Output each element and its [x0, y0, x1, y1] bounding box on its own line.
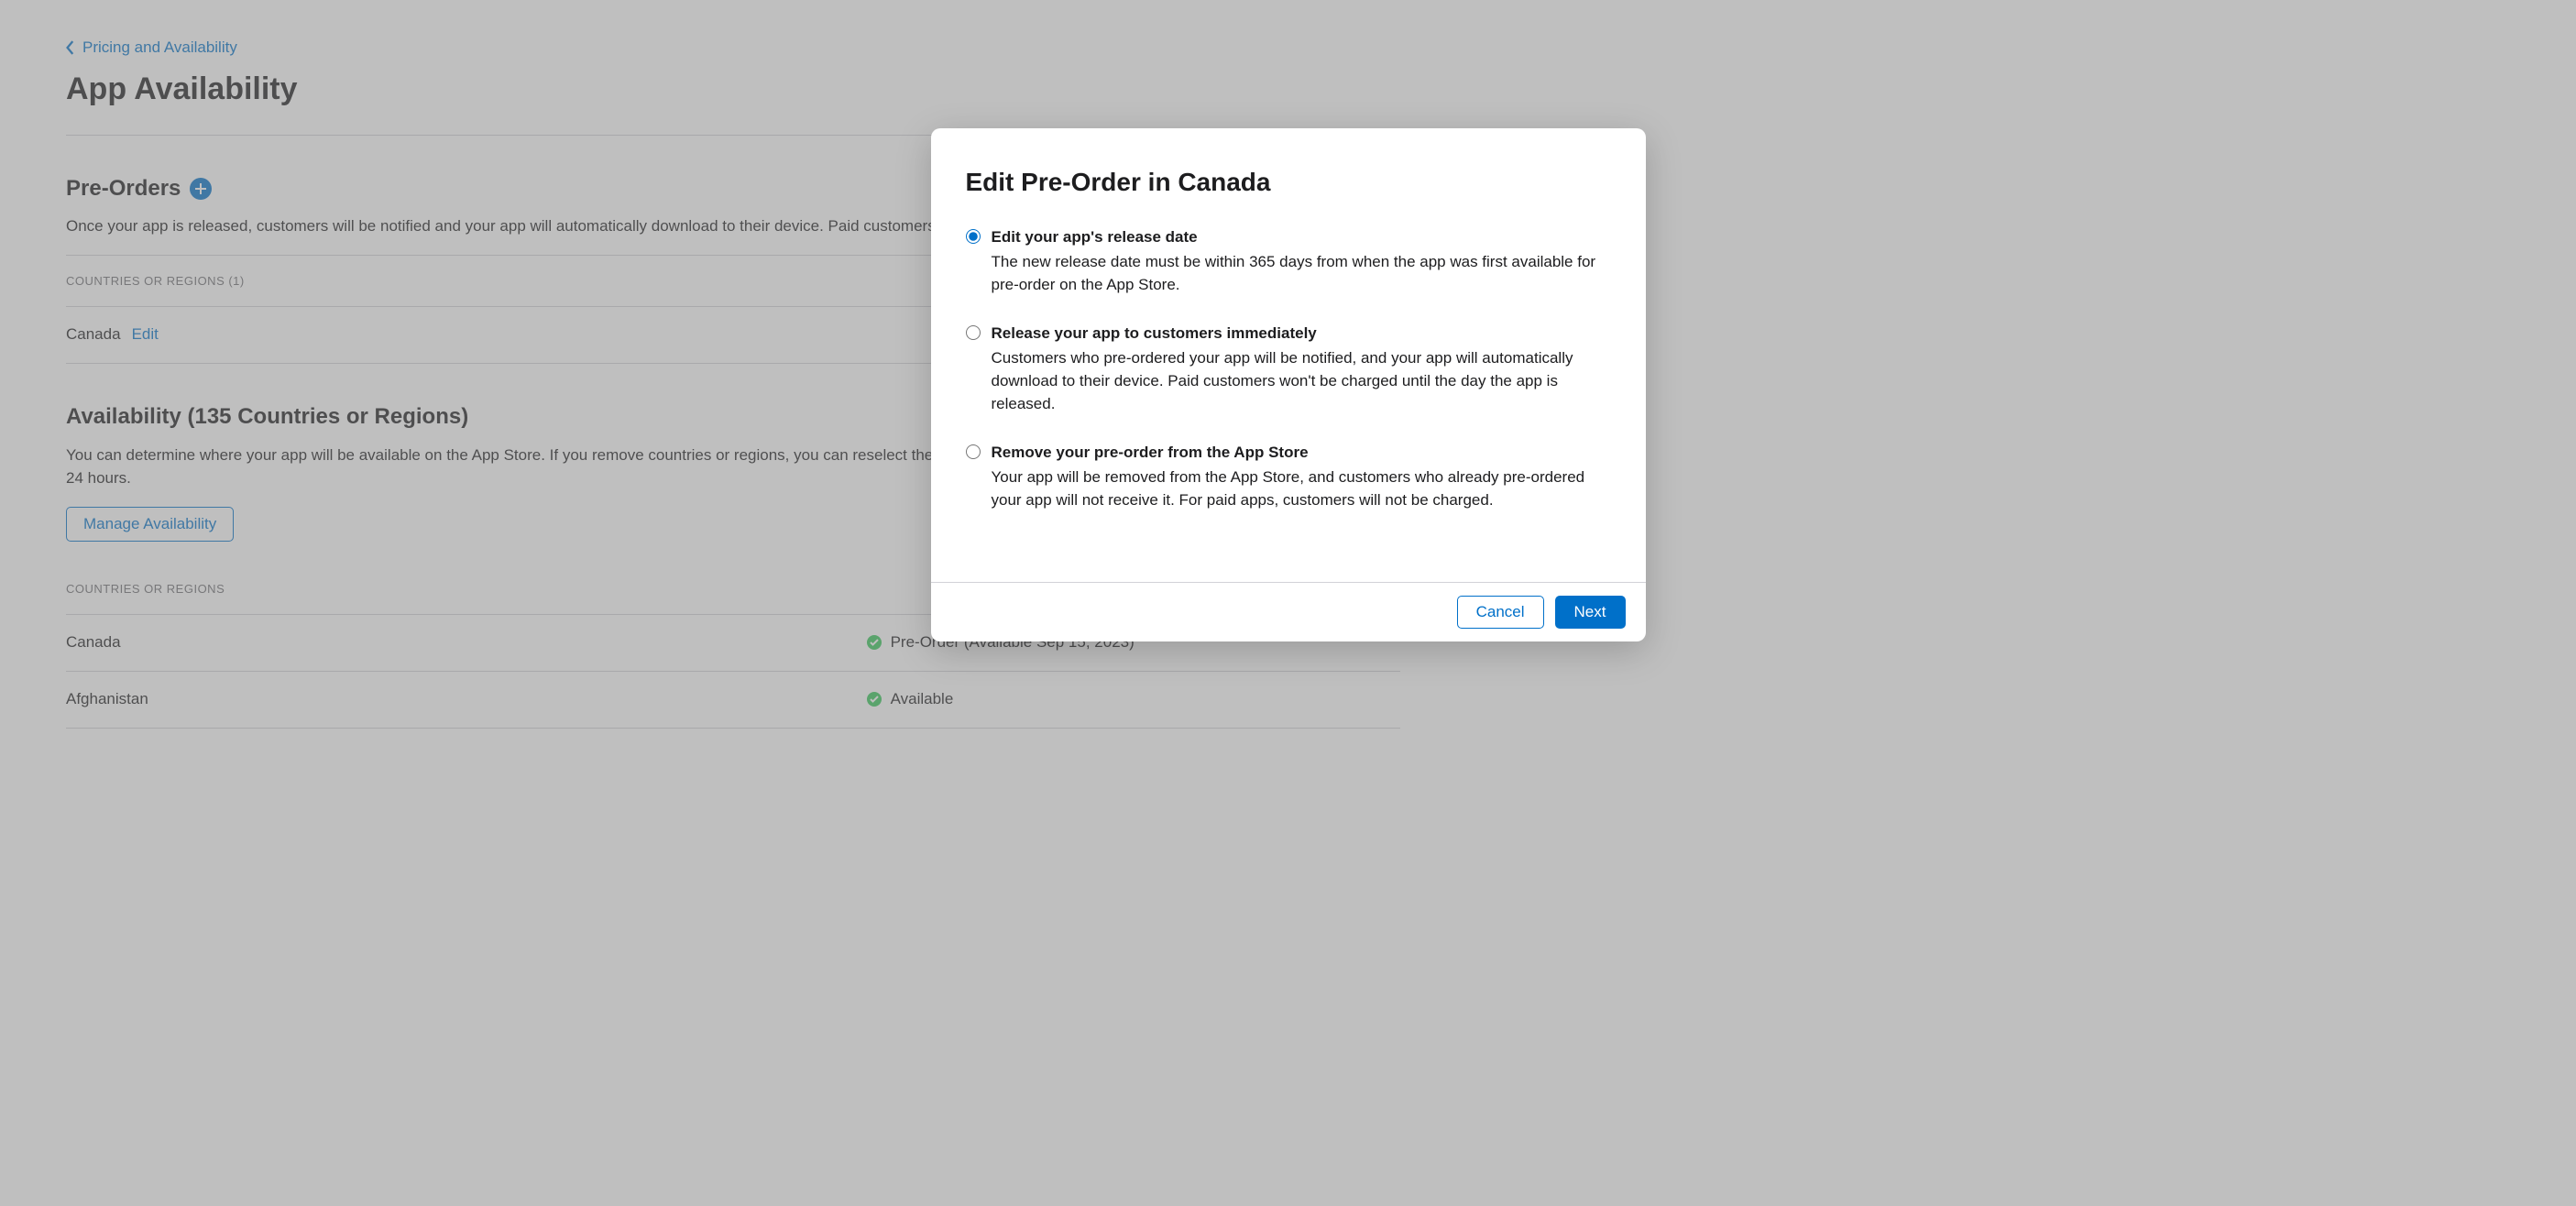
- modal-title: Edit Pre-Order in Canada: [966, 163, 1611, 201]
- modal-overlay[interactable]: Edit Pre-Order in Canada Edit your app's…: [0, 0, 2576, 1206]
- radio-label: Release your app to customers immediatel…: [992, 323, 1611, 345]
- modal-footer: Cancel Next: [931, 582, 1646, 641]
- radio-label: Edit your app's release date: [992, 226, 1611, 249]
- cancel-button[interactable]: Cancel: [1457, 596, 1544, 629]
- edit-preorder-modal: Edit Pre-Order in Canada Edit your app's…: [931, 128, 1646, 641]
- next-button[interactable]: Next: [1555, 596, 1626, 629]
- radio-option-edit-date[interactable]: Edit your app's release date The new rel…: [966, 226, 1611, 297]
- radio-label: Remove your pre-order from the App Store: [992, 442, 1611, 465]
- radio-description: Your app will be removed from the App St…: [992, 466, 1611, 512]
- radio-input[interactable]: [966, 444, 981, 459]
- radio-input[interactable]: [966, 325, 981, 340]
- radio-option-release-now[interactable]: Release your app to customers immediatel…: [966, 323, 1611, 416]
- radio-input[interactable]: [966, 229, 981, 244]
- radio-description: Customers who pre-ordered your app will …: [992, 347, 1611, 416]
- radio-option-remove[interactable]: Remove your pre-order from the App Store…: [966, 442, 1611, 512]
- radio-description: The new release date must be within 365 …: [992, 251, 1611, 297]
